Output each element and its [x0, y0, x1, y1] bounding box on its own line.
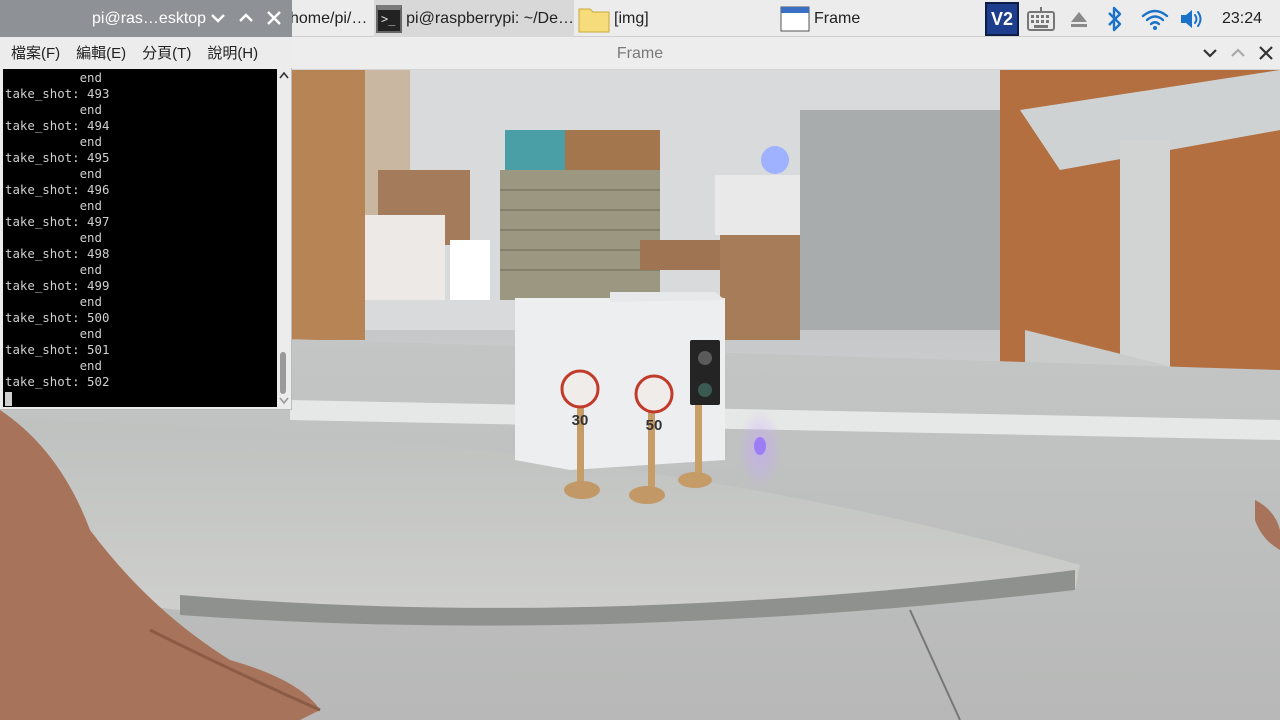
- terminal-cursor: [5, 391, 12, 406]
- terminal-line: take_shot: 498: [5, 246, 110, 261]
- menu-tabs[interactable]: 分頁(T): [134, 42, 199, 63]
- terminal-line: take_shot: 502: [5, 374, 110, 389]
- sign-30-label: 30: [571, 412, 589, 429]
- terminal-line: take_shot: 497: [5, 214, 110, 229]
- task-label: [img]: [614, 9, 649, 27]
- terminal-line: end: [5, 358, 102, 373]
- terminal-minimize-button[interactable]: [207, 7, 229, 29]
- frame-maximize-button[interactable]: [1226, 41, 1250, 65]
- terminal-line: end: [5, 70, 102, 85]
- chevron-up-icon: [1231, 48, 1245, 57]
- terminal-line: end: [5, 294, 102, 309]
- vnc-tray-button[interactable]: V2: [984, 0, 1020, 37]
- clock[interactable]: 23:24: [1222, 0, 1262, 37]
- chevron-down-icon: [211, 14, 225, 23]
- bluetooth-tray-button[interactable]: [1100, 0, 1130, 37]
- terminal-line: take_shot: 493: [5, 86, 110, 101]
- menu-help[interactable]: 說明(H): [199, 42, 266, 63]
- terminal-line: take_shot: 499: [5, 278, 110, 293]
- terminal-line: end: [5, 262, 102, 277]
- task-label: home/pi/…: [290, 9, 368, 27]
- task-file-manager-home[interactable]: home/pi/…: [290, 0, 372, 37]
- volume-icon: [1181, 9, 1202, 28]
- terminal-line: take_shot: 496: [5, 182, 110, 197]
- task-label: pi@raspberrypi: ~/De…: [406, 9, 574, 27]
- close-icon: [1259, 46, 1273, 60]
- sign-50-label: 50: [645, 417, 663, 434]
- task-terminal[interactable]: >_ pi@raspberrypi: ~/De…: [374, 0, 574, 37]
- terminal-scrollbar[interactable]: [277, 69, 290, 407]
- terminal-line: end: [5, 198, 102, 213]
- menu-edit[interactable]: 編輯(E): [68, 42, 134, 63]
- keyboard-icon: [1027, 6, 1055, 31]
- wifi-tray-button[interactable]: [1138, 0, 1172, 37]
- folder-icon: [578, 8, 610, 32]
- terminal-line: end: [5, 134, 102, 149]
- terminal-output[interactable]: end take_shot: 493 end take_shot: 494 en…: [3, 69, 277, 407]
- menu-file[interactable]: 檔案(F): [3, 42, 68, 63]
- task-label: Frame: [814, 9, 861, 27]
- terminal-close-button[interactable]: [263, 7, 285, 29]
- terminal-maximize-button[interactable]: [235, 7, 257, 29]
- eject-tray-button[interactable]: [1064, 0, 1094, 37]
- terminal-line: end: [5, 230, 102, 245]
- vnc-icon: V2: [985, 1, 1019, 36]
- terminal-line: end: [5, 166, 102, 181]
- task-frame[interactable]: Frame: [778, 0, 978, 37]
- volume-tray-button[interactable]: [1176, 0, 1208, 37]
- terminal-line: end: [5, 326, 102, 341]
- scroll-down-arrow-icon[interactable]: [279, 395, 289, 405]
- bluetooth-icon: [1108, 6, 1122, 31]
- keyboard-tray-button[interactable]: [1024, 0, 1058, 37]
- terminal-title: pi@ras…esktop: [92, 10, 207, 27]
- task-folder-img[interactable]: [img]: [576, 0, 776, 37]
- terminal-icon: >_: [376, 4, 403, 33]
- scroll-thumb[interactable]: [280, 352, 286, 394]
- terminal-line: take_shot: 500: [5, 310, 110, 325]
- eject-icon: [1071, 11, 1087, 27]
- wifi-icon: [1141, 9, 1169, 30]
- terminal-line: end: [5, 102, 102, 117]
- scroll-up-arrow-icon[interactable]: [279, 71, 289, 81]
- terminal-line: take_shot: 495: [5, 150, 110, 165]
- terminal-window: pi@ras…esktop 檔案(F) 編輯(E) 分頁(T) 說明(H) en…: [0, 0, 292, 410]
- terminal-line: take_shot: 501: [5, 342, 110, 357]
- chevron-up-icon: [239, 13, 253, 22]
- close-icon: [267, 11, 281, 25]
- terminal-menubar: 檔案(F) 編輯(E) 分頁(T) 說明(H): [0, 37, 292, 68]
- window-icon: [780, 6, 810, 31]
- terminal-titlebar[interactable]: pi@ras…esktop: [0, 0, 292, 37]
- terminal-prompt-line: [3, 390, 277, 406]
- frame-minimize-button[interactable]: [1198, 41, 1222, 65]
- chevron-down-icon: [1203, 49, 1217, 58]
- frame-close-button[interactable]: [1254, 41, 1278, 65]
- terminal-line: take_shot: 494: [5, 118, 110, 133]
